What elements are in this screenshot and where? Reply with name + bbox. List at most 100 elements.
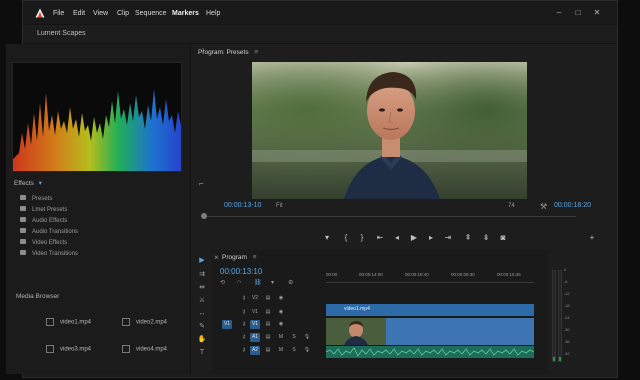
lift-icon[interactable]: ⇞ <box>462 233 474 242</box>
media-item-label: video2.mp4 <box>136 319 168 326</box>
source-patch-v1[interactable]: V1 <box>222 320 232 329</box>
ruler-label: 00:00 <box>326 272 338 277</box>
effects-panel-header[interactable]: Effects ▾ <box>14 179 42 187</box>
nest-icon[interactable]: ⟲ <box>220 279 225 286</box>
panel-corner-icon[interactable]: ⌐ <box>199 179 204 188</box>
timeline-title[interactable]: Program ≡ <box>222 254 257 261</box>
mic-icon[interactable]: 🎙 <box>302 333 312 342</box>
go-to-in-icon[interactable]: ⇤ <box>374 233 386 242</box>
folder-icon <box>20 195 26 200</box>
in-point-icon[interactable]: { <box>340 233 352 242</box>
slip-icon[interactable]: ↔ <box>197 309 207 319</box>
minimize-button[interactable]: – <box>554 8 564 18</box>
ripple-edit-icon[interactable]: ⇹ <box>197 283 207 293</box>
time-ruler[interactable] <box>326 282 534 283</box>
video-frame-image <box>252 62 527 199</box>
menu-edit[interactable]: Edit <box>73 10 85 17</box>
effect-label: Presets <box>32 196 53 203</box>
export-frame-icon[interactable]: ◙ <box>497 233 509 242</box>
maximize-button[interactable]: □ <box>573 8 583 18</box>
track-select-icon[interactable]: ⇉ <box>197 270 207 280</box>
mute-icon[interactable]: M <box>276 333 286 342</box>
program-timecode-current[interactable]: 00:00:13-10 <box>224 202 261 209</box>
track-label-v2[interactable]: V2 <box>250 294 260 303</box>
lock-icon[interactable]: ⚷ <box>239 333 249 342</box>
track-label-a2[interactable]: A2 <box>250 346 260 355</box>
menu-clip[interactable]: Clip <box>117 10 129 17</box>
media-item[interactable]: video1.mp4 <box>46 318 91 326</box>
eye-icon[interactable]: ◉ <box>276 320 286 329</box>
menu-markers[interactable]: Markers <box>172 10 199 17</box>
timeline-timecode[interactable]: 00:00:13:10 <box>220 267 262 276</box>
sync-icon[interactable]: ▤ <box>263 308 273 317</box>
add-marker-icon[interactable]: ▾ <box>271 279 274 286</box>
playhead-thumb[interactable] <box>201 213 207 219</box>
effect-label: Video Effects <box>32 240 68 247</box>
effect-folder-presets[interactable]: Presets <box>20 195 170 206</box>
menu-icon[interactable]: ≡ <box>253 254 257 261</box>
solo-icon[interactable]: S <box>289 346 299 355</box>
menu-icon[interactable]: ≡ <box>254 49 258 56</box>
add-button-icon[interactable]: + <box>586 233 598 242</box>
step-forward-icon[interactable]: ▸ <box>425 233 437 242</box>
effect-folder-video-effects[interactable]: Video Effects <box>20 239 170 250</box>
effect-folder-audio-effects[interactable]: Audio Effects <box>20 217 170 228</box>
close-button[interactable]: ✕ <box>592 8 602 18</box>
solo-icon[interactable]: S <box>289 333 299 342</box>
audio-clip[interactable] <box>326 346 534 358</box>
menu-view[interactable]: View <box>93 10 108 17</box>
close-tab-icon[interactable]: × <box>214 253 219 262</box>
dropdown-icon[interactable]: ▾ <box>39 180 42 187</box>
eye-icon[interactable]: ◉ <box>276 308 286 317</box>
sync-icon[interactable]: ▤ <box>263 320 273 329</box>
media-item[interactable]: video3.mp4 <box>46 345 91 353</box>
selection-tool-icon[interactable]: ▶ <box>197 256 207 266</box>
effect-folder-lmet-presets[interactable]: Lmet Presets <box>20 206 170 217</box>
pen-icon[interactable]: ✎ <box>197 322 207 332</box>
hand-icon[interactable]: ✋ <box>197 335 207 345</box>
media-item[interactable]: video2.mp4 <box>122 318 167 326</box>
lock-icon[interactable]: ⚷ <box>239 308 249 317</box>
video-clip[interactable] <box>326 318 534 345</box>
fit-dropdown[interactable]: Fit <box>276 203 283 209</box>
tools-panel: ▶ ⇉ ⇹ ⚔ ↔ ✎ ✋ T <box>194 252 210 372</box>
menu-sequence[interactable]: Sequence <box>135 10 167 17</box>
razor-icon[interactable]: ⚔ <box>197 296 207 306</box>
zoom-level[interactable]: 74 <box>508 203 515 209</box>
spectrum-graphic <box>13 89 181 171</box>
wrench-icon[interactable]: ⚒ <box>540 202 547 211</box>
video-clip-header[interactable]: video1.mp4 <box>326 304 534 316</box>
eye-icon[interactable]: ◉ <box>276 294 286 303</box>
program-monitor-title[interactable]: Program: Presets ≡ <box>198 49 258 56</box>
lock-icon[interactable]: ⚷ <box>239 320 249 329</box>
step-back-icon[interactable]: ◂ <box>391 233 403 242</box>
snap-icon[interactable]: ∩ <box>237 279 241 285</box>
settings-icon[interactable]: ⚙ <box>288 279 293 286</box>
program-timecode-duration: 00:00:18:20 <box>554 202 591 209</box>
sync-icon[interactable]: ▤ <box>263 294 273 303</box>
text-icon[interactable]: T <box>197 348 207 358</box>
mute-icon[interactable]: M <box>276 346 286 355</box>
marker-icon[interactable]: ▾ <box>321 233 333 242</box>
media-item[interactable]: video4.mp4 <box>122 345 167 353</box>
track-label-a1[interactable]: A1 <box>250 333 260 342</box>
lock-icon[interactable]: ⚷ <box>239 346 249 355</box>
go-to-out-icon[interactable]: ⇥ <box>442 233 454 242</box>
track-label-v1[interactable]: V1 <box>250 308 260 317</box>
menu-help[interactable]: Help <box>206 10 220 17</box>
effect-folder-video-transitions[interactable]: Video Transitions <box>20 250 170 261</box>
effect-label: Audio Transitions <box>32 229 79 236</box>
menu-file[interactable]: File <box>53 10 64 17</box>
mic-icon[interactable]: 🎙 <box>302 346 312 355</box>
lock-icon[interactable]: ⚷ <box>239 294 249 303</box>
extract-icon[interactable]: ⇟ <box>480 233 492 242</box>
sync-icon[interactable]: ▤ <box>263 333 273 342</box>
effect-folder-audio-transitions[interactable]: Audio Transitions <box>20 228 170 239</box>
play-icon[interactable]: ▶ <box>408 233 420 242</box>
playhead-scrub-bar[interactable] <box>204 216 576 217</box>
linked-selection-icon[interactable]: ⛓ <box>254 279 262 286</box>
track-target-v1[interactable]: V1 <box>250 320 260 329</box>
out-point-icon[interactable]: } <box>356 233 368 242</box>
sync-icon[interactable]: ▤ <box>263 346 273 355</box>
meter-tick: -42 <box>564 352 570 356</box>
